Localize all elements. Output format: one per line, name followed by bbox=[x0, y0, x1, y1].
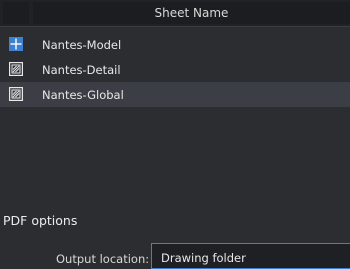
sheet-row-label: Nantes-Model bbox=[42, 37, 122, 52]
sheet-row-nantes-global[interactable]: Nantes-Global bbox=[0, 82, 350, 107]
output-location-field[interactable]: Drawing folder bbox=[151, 243, 350, 269]
sheet-row-label: Nantes-Detail bbox=[42, 62, 121, 77]
sheet-row-nantes-detail[interactable]: Nantes-Detail bbox=[0, 57, 350, 82]
sheet-name-column-header[interactable]: Sheet Name bbox=[33, 2, 350, 24]
layout-sheet-icon bbox=[9, 87, 24, 102]
model-sheet-icon bbox=[9, 37, 23, 51]
sheet-name-header-label: Sheet Name bbox=[154, 6, 229, 20]
output-location-value: Drawing folder bbox=[161, 251, 246, 265]
layout-sheet-icon bbox=[9, 62, 24, 77]
sheet-row-label: Nantes-Global bbox=[42, 87, 124, 102]
sheet-row-nantes-model[interactable]: Nantes-Model bbox=[0, 32, 350, 57]
pdf-options-heading: PDF options bbox=[3, 213, 78, 228]
icon-column-header[interactable] bbox=[3, 2, 29, 24]
sheet-list: Nantes-Model Nantes-Detail Nantes-Global bbox=[0, 32, 350, 107]
sheet-table-header: Sheet Name bbox=[0, 0, 350, 27]
output-location-label: Output location: bbox=[56, 252, 150, 266]
